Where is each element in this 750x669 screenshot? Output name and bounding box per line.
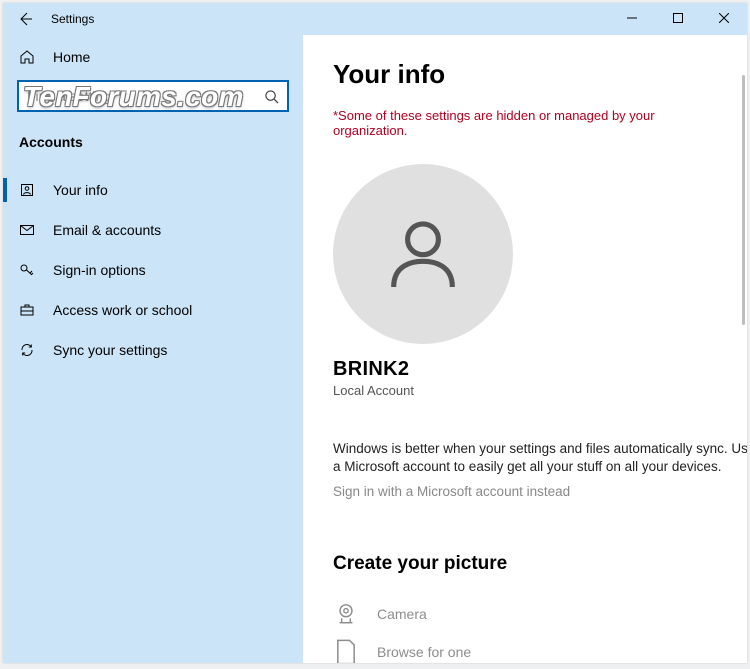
maximize-button[interactable] [655,3,701,33]
sidebar-item-label: Access work or school [53,302,192,318]
sidebar-item-label: Email & accounts [53,222,161,238]
account-name: BRINK2 [333,358,409,381]
window-body: Home Accounts Your info [3,35,747,663]
close-button[interactable] [701,3,747,33]
sidebar-item-signin[interactable]: Sign-in options [3,250,303,290]
titlebar-left: Settings [3,3,94,35]
sidebar-item-label: Your info [53,182,108,198]
sidebar-nav: Your info Email & accounts Sign-in optio… [3,170,303,370]
sidebar: Home Accounts Your info [3,35,303,663]
key-icon [19,262,35,278]
page-title: Your info [333,59,723,90]
sync-message: Windows is better when your settings and… [333,440,747,476]
sidebar-item-label: Sign-in options [53,262,146,278]
mail-icon [19,222,35,238]
sidebar-item-work[interactable]: Access work or school [3,290,303,330]
sidebar-item-sync[interactable]: Sync your settings [3,330,303,370]
browse-label: Browse for one [377,644,471,660]
search-box[interactable] [17,80,289,112]
browse-icon [333,638,359,663]
person-icon [19,182,35,198]
search-input[interactable] [27,88,264,104]
home-link[interactable]: Home [3,37,303,77]
search-icon [264,89,279,104]
sidebar-item-label: Sync your settings [53,342,167,358]
sidebar-item-email[interactable]: Email & accounts [3,210,303,250]
scrollbar-thumb[interactable] [742,75,745,325]
caption-buttons [609,3,747,33]
content-pane: Your info *Some of these settings are hi… [303,35,747,663]
camera-label: Camera [377,606,427,622]
titlebar: Settings [3,3,747,35]
msa-link[interactable]: Sign in with a Microsoft account instead [333,484,723,499]
avatar-block: BRINK2 Local Account [333,164,723,398]
minimize-button[interactable] [609,3,655,33]
back-button[interactable] [9,3,41,35]
settings-window: Settings Home [3,3,747,663]
sidebar-section-header: Accounts [3,126,303,156]
home-icon [19,49,35,65]
browse-option[interactable]: Browse for one [333,633,723,663]
camera-option: Camera [333,595,723,633]
person-icon [379,210,467,298]
avatar [333,164,513,344]
org-warning: *Some of these settings are hidden or ma… [333,108,723,138]
sidebar-item-your-info[interactable]: Your info [3,170,303,210]
camera-icon [333,601,359,627]
search-wrap [3,77,303,126]
create-picture-header: Create your picture [333,553,723,575]
sync-icon [19,342,35,358]
briefcase-icon [19,302,35,318]
account-type: Local Account [333,383,414,398]
window-title: Settings [51,12,94,26]
home-label: Home [53,49,90,65]
